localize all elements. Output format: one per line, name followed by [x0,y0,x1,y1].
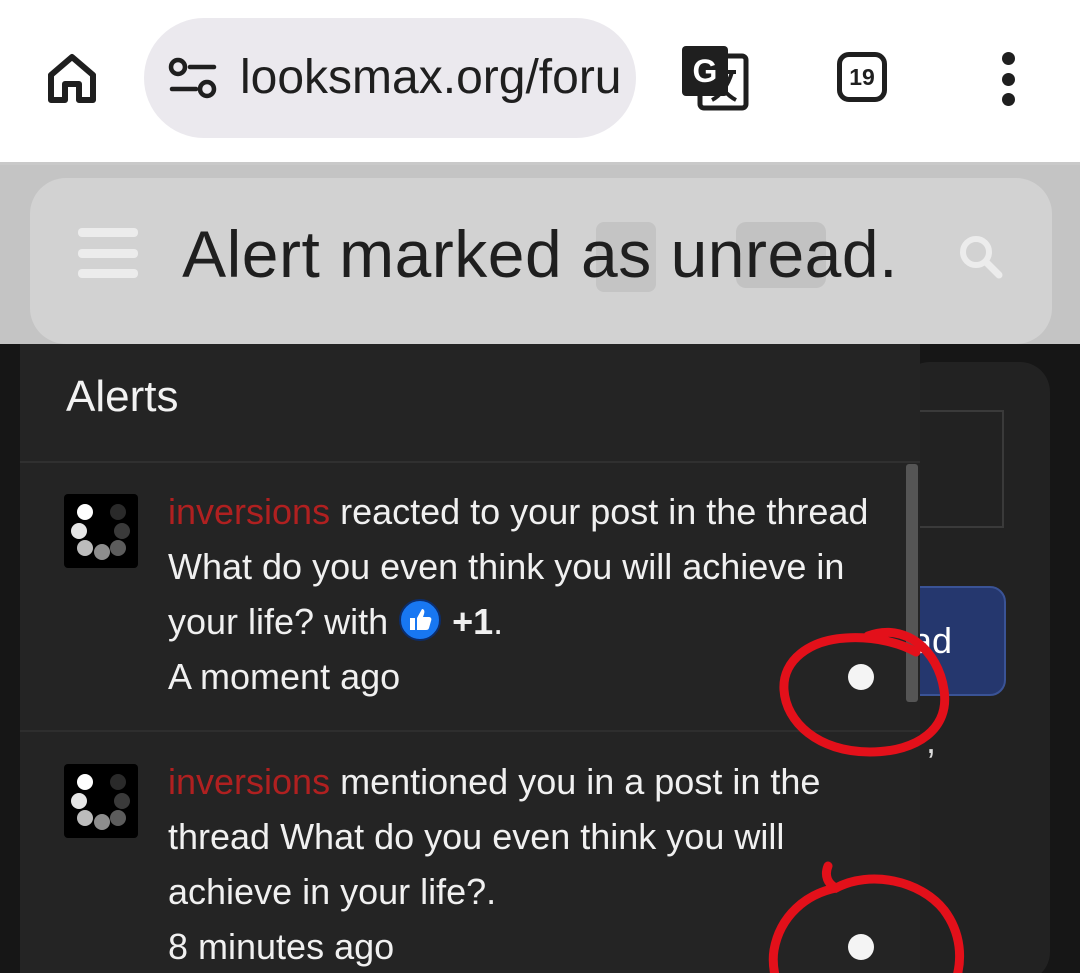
svg-text:G: G [693,53,718,89]
menu-dot [1001,72,1015,86]
alerts-title: Alerts [66,372,179,421]
home-button[interactable] [38,44,106,112]
more-vert-icon[interactable] [994,52,1022,106]
reaction-value: +1 [452,601,494,642]
avatar[interactable] [64,764,138,838]
background-text: , [926,720,937,761]
avatar[interactable] [64,494,138,568]
alert-item[interactable]: inversions reacted to your post in the t… [20,474,920,730]
home-icon [48,54,96,103]
tab-switcher-button[interactable]: 19 [837,52,887,102]
tune-icon[interactable] [168,56,218,100]
loading-dots-icon [71,774,130,830]
alert-suffix: . [493,601,504,642]
menu-dot [1001,52,1015,65]
background-box [910,410,1004,528]
alert-text: inversions reacted to your post in the t… [168,484,888,704]
alert-username[interactable]: inversions [168,761,330,802]
alert-text: inversions mentioned you in a post in th… [168,754,888,973]
like-reaction-icon [399,599,442,641]
unread-indicator[interactable] [848,664,874,690]
url-text[interactable]: looksmax.org/forums [240,18,620,138]
alert-time: 8 minutes ago [168,926,395,967]
alert-item[interactable]: inversions mentioned you in a post in th… [20,744,920,973]
address-bar[interactable]: looksmax.org/forums [144,18,636,138]
divider [20,461,920,463]
tab-count: 19 [849,63,875,90]
menu-dot [1001,93,1015,106]
alert-username[interactable]: inversions [168,491,330,532]
alerts-dropdown: Alerts inversions reacted to your post i… [20,344,920,973]
loading-dots-icon [71,504,130,560]
divider [20,730,920,732]
alert-time: A moment ago [168,656,401,697]
toast-message: Alert marked as unread. [182,217,898,291]
unread-indicator[interactable] [848,934,874,960]
translate-icon[interactable]: G [678,42,750,114]
